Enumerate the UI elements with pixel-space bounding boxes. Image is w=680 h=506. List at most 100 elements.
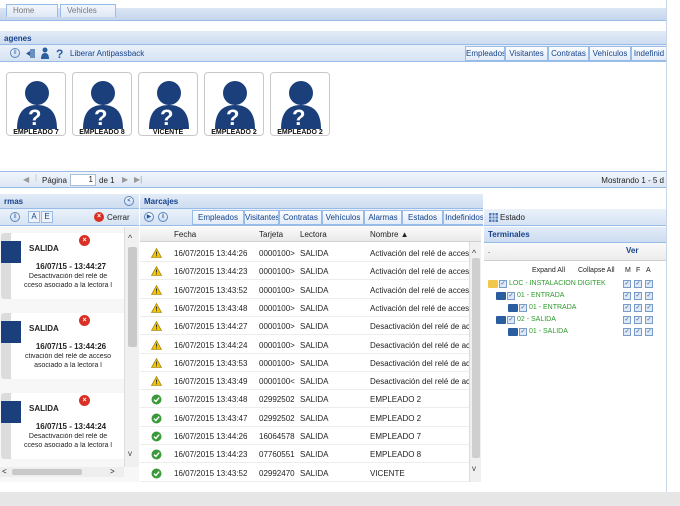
tab-vehicles[interactable]: Vehicles	[60, 4, 116, 17]
scroll-up-icon[interactable]: ^	[128, 233, 132, 243]
grid-scroll-down-icon[interactable]: v	[472, 464, 476, 473]
tab-visitantes[interactable]: Visitantes	[505, 46, 548, 61]
pause-icon[interactable]: II	[10, 48, 20, 58]
cerrar-button[interactable]: Cerrar	[107, 213, 130, 222]
last-page-icon[interactable]: ▶|	[134, 175, 142, 184]
table-row[interactable]: 16/07/2015 13:43:52 02992470 SALIDA VICE…	[140, 463, 481, 482]
page-input[interactable]: 1	[70, 174, 96, 186]
flag-a-checkbox[interactable]: ✓	[645, 316, 653, 324]
tree-node-checkbox[interactable]: ✓	[519, 328, 527, 336]
marcajes-tab[interactable]: Contratas	[279, 210, 322, 225]
flag-a-checkbox[interactable]: ✓	[645, 280, 653, 288]
alarm-card[interactable]: SALIDA × 16/07/15 - 13:44:27 Desactivaci…	[1, 233, 131, 299]
marcajes-tab[interactable]: Empleados	[192, 210, 244, 225]
marcajes-tab[interactable]: Estados	[402, 210, 443, 225]
alarm-scroll-thumb[interactable]	[128, 247, 137, 347]
photo-card[interactable]: ?	[270, 72, 330, 136]
tab-vehiculos[interactable]: Vehículos	[589, 46, 631, 61]
table-row[interactable]: 16/07/2015 13:43:52 0000100> SALIDA Acti…	[140, 280, 481, 299]
next-page-icon[interactable]: ▶	[122, 175, 128, 184]
col-lectora[interactable]: Lectora	[300, 230, 327, 239]
close-icon[interactable]: ×	[94, 212, 104, 222]
scroll-down-icon[interactable]: v	[128, 449, 132, 458]
tab-contratas[interactable]: Contratas	[548, 46, 589, 61]
flag-f-checkbox[interactable]: ✓	[634, 292, 642, 300]
table-row[interactable]: 16/07/2015 13:44:27 0000100> SALIDA Desa…	[140, 317, 481, 336]
alarm-hscroll-thumb[interactable]	[12, 469, 82, 475]
table-row[interactable]: 16/07/2015 13:43:49 0000100< SALIDA Desa…	[140, 372, 481, 391]
tab-home[interactable]: Home	[6, 4, 58, 17]
col-fecha[interactable]: Fecha	[174, 230, 196, 239]
alarm-close-icon[interactable]: ×	[79, 235, 90, 246]
expand-all-button[interactable]: Expand All	[532, 267, 565, 274]
pause-marcajes-icon[interactable]: II	[158, 212, 168, 222]
table-row[interactable]: 16/07/2015 13:44:24 0000100> SALIDA Desa…	[140, 335, 481, 354]
table-row[interactable]: 16/07/2015 13:44:26 0000100> SALIDA Acti…	[140, 244, 481, 262]
help-icon[interactable]: ?	[55, 47, 65, 59]
table-row[interactable]: 16/07/2015 13:43:53 0000100> SALIDA Desa…	[140, 353, 481, 372]
tree-node[interactable]: ✓ 01 - SALIDA	[508, 327, 634, 338]
grid-scroll-up-icon[interactable]: ^	[472, 248, 476, 258]
flag-f-checkbox[interactable]: ✓	[634, 328, 642, 336]
tree-node-checkbox[interactable]: ✓	[507, 316, 515, 324]
tree-node-checkbox[interactable]: ✓	[507, 292, 515, 300]
scroll-left-icon[interactable]: <	[2, 467, 7, 476]
scroll-right-icon[interactable]: >	[110, 467, 115, 476]
tree-node-checkbox[interactable]: ✓	[499, 280, 507, 288]
table-row[interactable]: 16/07/2015 13:43:48 0000100> SALIDA Acti…	[140, 298, 481, 317]
alarm-vscroll[interactable]: ^ v	[124, 227, 139, 467]
table-row[interactable]: 16/07/2015 13:44:26 16064578 SALIDA EMPL…	[140, 427, 481, 445]
flag-m-checkbox[interactable]: ✓	[623, 304, 631, 312]
flag-m-checkbox[interactable]: ✓	[623, 328, 631, 336]
estado-button[interactable]: Estado	[500, 213, 525, 222]
flag-a-checkbox[interactable]: ✓	[645, 292, 653, 300]
alarm-hscroll[interactable]: < >	[0, 467, 124, 477]
alarm-close-icon[interactable]: ×	[79, 395, 90, 406]
tab-empleados[interactable]: Empleados	[465, 46, 505, 61]
flag-m-checkbox[interactable]: ✓	[623, 292, 631, 300]
alarm-card[interactable]: SALIDA × 16/07/15 - 13:44:24 Desactivaci…	[1, 393, 131, 459]
tree-node[interactable]: ✓ 01 - ENTRADA	[496, 291, 634, 302]
table-row[interactable]: 16/07/2015 13:44:23 07760551 SALIDA EMPL…	[140, 445, 481, 464]
photo-card[interactable]: ?	[6, 72, 66, 136]
grid-scroll-thumb[interactable]	[472, 258, 480, 458]
table-row[interactable]: 16/07/2015 13:43:47 02992502 SALIDA EMPL…	[140, 408, 481, 427]
tree-node-checkbox[interactable]: ✓	[519, 304, 527, 312]
filter-e-button[interactable]: E	[41, 211, 53, 223]
flag-m-checkbox[interactable]: ✓	[623, 280, 631, 288]
tree-node[interactable]: ✓ 02 - SALIDA	[496, 315, 634, 326]
pause-alarmas-icon[interactable]: II	[10, 212, 20, 222]
alarm-close-icon[interactable]: ×	[79, 315, 90, 326]
door-exit-icon[interactable]	[25, 48, 36, 59]
marcajes-tab[interactable]: Vehículos	[322, 210, 364, 225]
collapse-all-button[interactable]: Collapse All	[578, 267, 615, 274]
play-icon[interactable]: ▶	[144, 212, 154, 222]
flag-a-checkbox[interactable]: ✓	[645, 328, 653, 336]
grid-icon[interactable]	[489, 213, 498, 222]
alarm-card[interactable]: SALIDA × 16/07/15 - 13:44:26 ctivación d…	[1, 313, 131, 379]
flag-f-checkbox[interactable]: ✓	[634, 304, 642, 312]
prev-page-icon[interactable]: ◀	[23, 175, 29, 184]
liberar-antipassback-button[interactable]: Liberar Antipassback	[70, 49, 144, 58]
photo-card[interactable]: ?	[72, 72, 132, 136]
flag-a-checkbox[interactable]: ✓	[645, 304, 653, 312]
flag-f-checkbox[interactable]: ✓	[634, 316, 642, 324]
tree-node[interactable]: ✓ LOC - INSTALACION DIGITEK	[488, 279, 634, 290]
tab-indefinidos[interactable]: Indefinid	[631, 46, 666, 61]
marcajes-tab[interactable]: Alarmas	[364, 210, 402, 225]
collapse-icon[interactable]: <	[124, 196, 134, 206]
tree-node[interactable]: ✓ 01 - ENTRADA	[508, 303, 634, 314]
col-tarjeta[interactable]: Tarjeta	[259, 230, 283, 239]
marcajes-tab[interactable]: Visitantes	[244, 210, 279, 225]
person-icon[interactable]	[40, 47, 50, 59]
photo-card[interactable]: ?	[204, 72, 264, 136]
photo-card[interactable]: ?	[138, 72, 198, 136]
marcajes-tab[interactable]: Indefinidos	[443, 210, 483, 225]
col-nombre[interactable]: Nombre ▲	[370, 230, 409, 239]
filter-a-button[interactable]: A	[28, 211, 40, 223]
flag-f-checkbox[interactable]: ✓	[634, 280, 642, 288]
table-row[interactable]: 16/07/2015 13:44:23 0000100> SALIDA Acti…	[140, 262, 481, 281]
flag-m-checkbox[interactable]: ✓	[623, 316, 631, 324]
table-row[interactable]: 16/07/2015 13:43:48 02992502 SALIDA EMPL…	[140, 390, 481, 409]
marcajes-vscroll[interactable]: ^ v	[469, 242, 481, 482]
